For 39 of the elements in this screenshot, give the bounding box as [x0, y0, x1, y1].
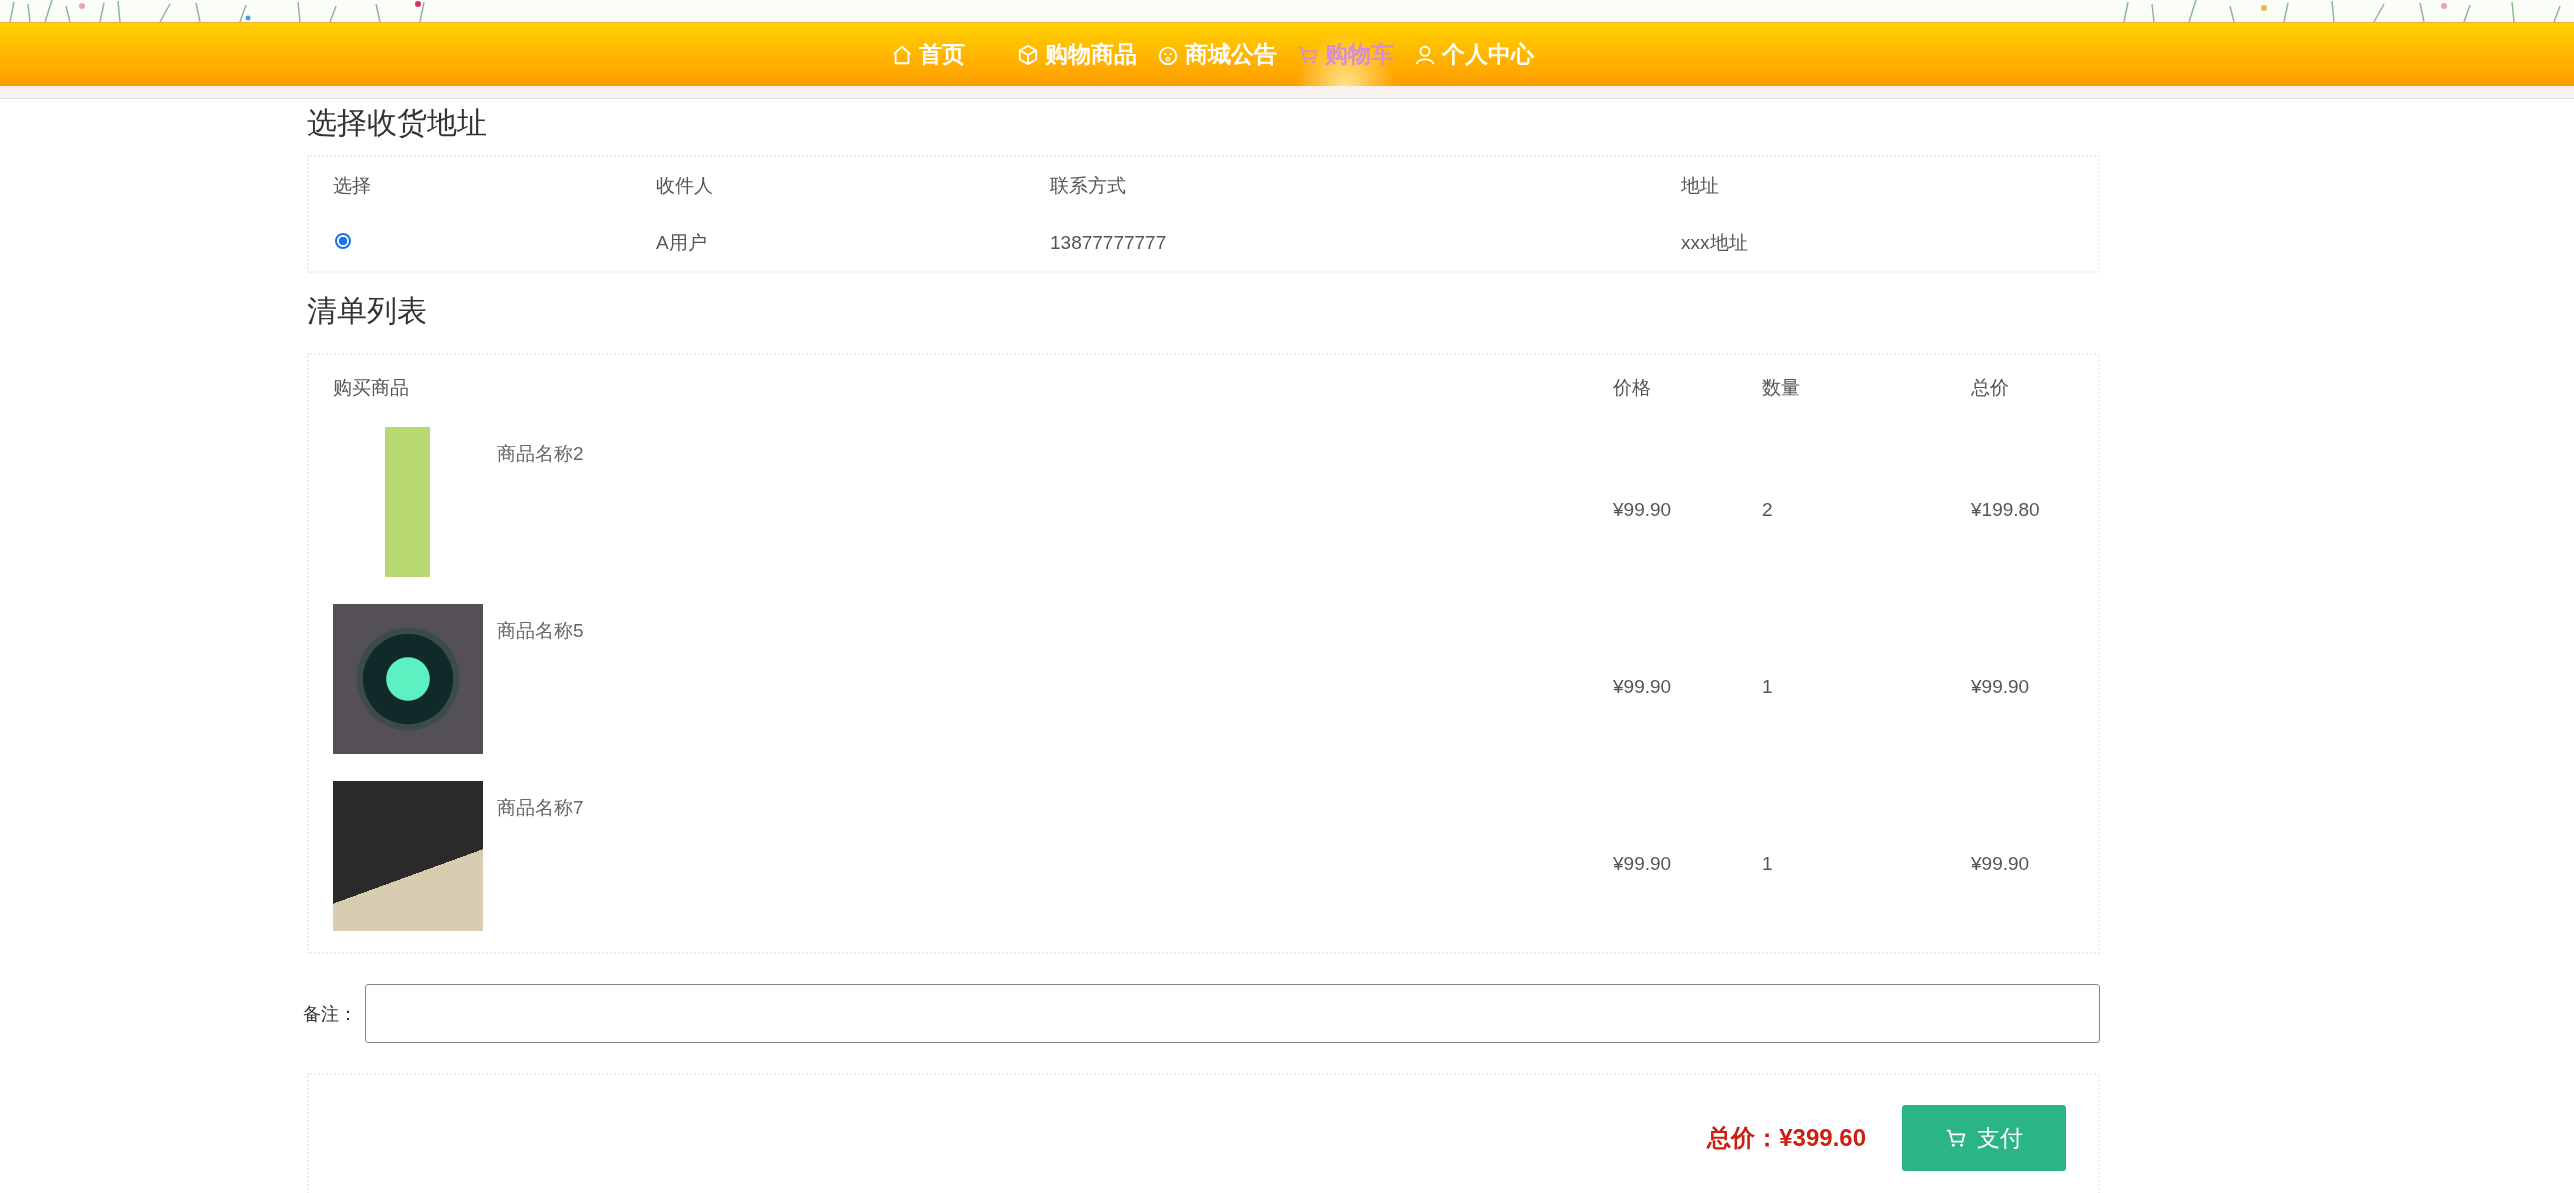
column-header: 联系方式	[1050, 173, 1127, 198]
total-price: ¥399.60	[1779, 1123, 1866, 1153]
product-name: 商品名称5	[497, 619, 584, 643]
column-header: 数量	[1762, 376, 1801, 400]
nav-link[interactable]: 商城公告	[1146, 23, 1287, 86]
remark-field[interactable]	[365, 984, 2100, 1043]
cube-icon	[1016, 43, 1039, 66]
table-cell-text: ¥99.90	[1613, 675, 1673, 698]
column-header: 总价	[1971, 376, 2010, 400]
section-title: 清单列表	[307, 293, 428, 329]
table-cell-text: ¥99.90	[1613, 852, 1673, 875]
table-cell-text: 2	[1762, 498, 1774, 521]
cart-icon	[1945, 1127, 1967, 1149]
column-header: 价格	[1613, 376, 1652, 400]
product-name: 商品名称7	[497, 796, 584, 820]
radio-button[interactable]	[335, 232, 351, 249]
table-cell-text: 1	[1762, 675, 1774, 698]
section-title: 选择收货地址	[307, 105, 488, 141]
user-icon	[1413, 43, 1436, 66]
nav-link[interactable]: 个人中心	[1403, 23, 1544, 86]
total-label: 总价：	[1707, 1123, 1780, 1153]
remark-label: 备注：	[303, 1002, 357, 1026]
home-icon	[890, 43, 913, 66]
pay-button[interactable]: 支付	[1902, 1105, 2066, 1171]
nav-link[interactable]: 首页	[880, 23, 975, 86]
column-header: 选择	[333, 173, 372, 198]
column-header: 收件人	[656, 173, 714, 198]
table-cell-text: 13877777777	[1050, 231, 1168, 254]
column-header: 地址	[1681, 173, 1720, 198]
nav-link[interactable]: 购物商品	[1006, 23, 1147, 86]
table-cell-text: ¥99.90	[1971, 675, 2031, 698]
product-name: 商品名称2	[497, 442, 584, 466]
table-cell-text: ¥99.90	[1613, 498, 1673, 521]
table-cell-text: 1	[1762, 852, 1774, 875]
table-cell-text: ¥199.80	[1971, 498, 2041, 521]
table-cell-text: xxx地址	[1681, 230, 1749, 255]
table-cell-text: A用户	[656, 230, 708, 255]
column-header: 购买商品	[333, 376, 410, 400]
table-cell-text: ¥99.90	[1971, 852, 2031, 875]
